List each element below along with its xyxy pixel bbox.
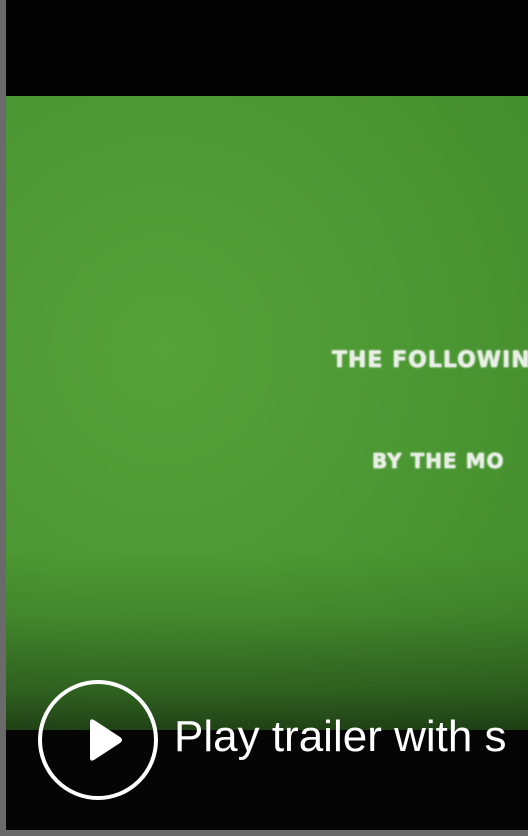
- trailer-frame: THE FOLLOWIN BY THE MO Play trailer with…: [0, 0, 528, 836]
- rating-card-frame: THE FOLLOWIN BY THE MO: [6, 96, 528, 730]
- play-trailer-button[interactable]: Play trailer with s: [6, 676, 528, 806]
- play-triangle-icon: [90, 719, 122, 761]
- rating-card-text-line-2: BY THE MO: [372, 449, 505, 473]
- letterbox-top: [6, 0, 528, 96]
- bottom-border: [0, 830, 528, 836]
- play-trailer-label: Play trailer with s: [174, 712, 507, 761]
- rating-card-text-line-1: THE FOLLOWIN: [332, 348, 528, 373]
- play-icon[interactable]: [38, 680, 158, 800]
- trailer-video[interactable]: THE FOLLOWIN BY THE MO Play trailer with…: [6, 0, 528, 830]
